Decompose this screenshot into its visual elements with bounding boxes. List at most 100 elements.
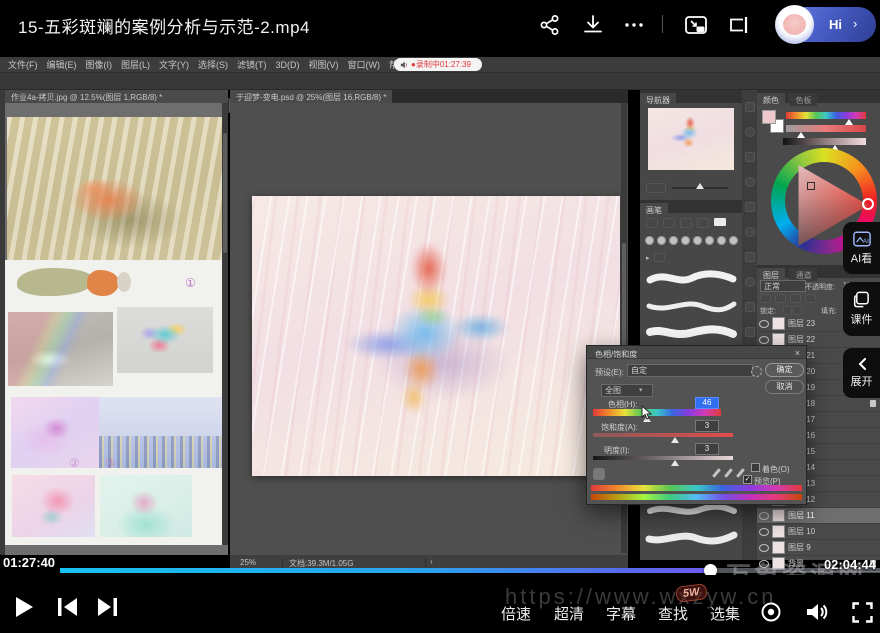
preset-dropdown[interactable]: 自定: [627, 364, 753, 377]
brush-tool-icon[interactable]: [646, 218, 658, 228]
channel-dropdown[interactable]: 全图: [601, 384, 653, 397]
dialog-saturation-slider[interactable]: [593, 433, 733, 437]
brush-stroke[interactable]: [644, 320, 738, 347]
panel-icon[interactable]: [745, 227, 755, 237]
hue-slider[interactable]: [786, 112, 866, 119]
brush-preset[interactable]: [657, 236, 666, 245]
panel-icon[interactable]: [745, 177, 755, 187]
video-frame[interactable]: 文件(F) 编辑(E) 图像(I) 图层(L) 文字(Y) 选择(S) 滤镜(T…: [0, 50, 880, 575]
tab-navigator[interactable]: 导航器: [640, 93, 676, 106]
gear-icon[interactable]: [751, 366, 762, 377]
menu-select[interactable]: 选择(S): [198, 58, 228, 71]
left-doc-tab[interactable]: 作业4a-拷贝.jpg @ 12.5%(图层 1,RGB/8) *: [5, 90, 228, 103]
filter-icon[interactable]: [775, 294, 786, 303]
dialog-saturation-marker[interactable]: [671, 437, 679, 443]
foreground-color-swatch[interactable]: [762, 110, 776, 124]
brush-tool-icon[interactable]: [663, 218, 675, 228]
layer-row[interactable]: 图层 9: [757, 540, 880, 556]
panel-icon[interactable]: [745, 302, 755, 312]
brush-preset[interactable]: [717, 236, 726, 245]
on-image-adjust-icon[interactable]: [593, 468, 605, 480]
scrollbar-thumb[interactable]: [622, 243, 626, 353]
brush-stroke[interactable]: [644, 266, 738, 293]
filter-icon[interactable]: [805, 294, 816, 303]
brush-preset[interactable]: [705, 236, 714, 245]
menu-image[interactable]: 图像(I): [86, 58, 113, 71]
tab-brushes[interactable]: 画笔: [640, 203, 668, 216]
zoom-level[interactable]: 25%: [240, 558, 256, 567]
screencast-icon[interactable]: [727, 13, 751, 37]
panel-icon[interactable]: [745, 252, 755, 262]
menu-view[interactable]: 视图(V): [309, 58, 339, 71]
filter-icon[interactable]: [790, 294, 801, 303]
panel-icon[interactable]: [745, 102, 755, 112]
menu-layer[interactable]: 图层(L): [121, 58, 150, 71]
eyedropper-icon[interactable]: [712, 468, 721, 478]
menu-type[interactable]: 文字(Y): [159, 58, 189, 71]
download-icon[interactable]: [581, 13, 605, 37]
cancel-button[interactable]: 取消: [765, 380, 804, 394]
menu-file[interactable]: 文件(F): [8, 58, 38, 71]
ai-view-button[interactable]: AI AI看: [843, 222, 880, 274]
dialog-hue-slider[interactable]: [593, 409, 721, 416]
saturation-value[interactable]: 3: [695, 420, 719, 432]
dialog-lightness-slider[interactable]: [593, 456, 733, 460]
expand-button[interactable]: 展开: [843, 348, 880, 398]
lock-icon[interactable]: [783, 306, 792, 315]
share-icon[interactable]: [538, 13, 562, 37]
next-episode-button[interactable]: [96, 597, 118, 617]
menu-filter[interactable]: 滤镜(T): [237, 58, 267, 71]
filter-icon[interactable]: [760, 294, 771, 303]
volume-icon[interactable]: [805, 601, 829, 623]
saturation-slider[interactable]: [786, 125, 866, 132]
panel-icon[interactable]: [745, 277, 755, 287]
blend-mode-dropdown[interactable]: 正常: [760, 280, 806, 292]
previous-episode-button[interactable]: [57, 597, 79, 617]
brush-stroke[interactable]: [644, 293, 738, 320]
layer-row[interactable]: 图层 10: [757, 524, 880, 540]
colorize-checkbox[interactable]: [751, 463, 760, 472]
navigator-zoom-thumb[interactable]: [696, 183, 704, 189]
panel-icon[interactable]: [745, 202, 755, 212]
tab-color[interactable]: 颜色: [757, 93, 785, 106]
tab-swatches[interactable]: 色板: [789, 93, 817, 106]
hue-selector[interactable]: [862, 198, 874, 210]
hue-value[interactable]: 46: [695, 397, 719, 409]
lock-icon[interactable]: [793, 306, 802, 315]
left-doc-scrollbar[interactable]: [222, 103, 228, 545]
dialog-titlebar[interactable]: 色相/饱和度 ×: [587, 346, 806, 359]
brush-stroke[interactable]: [644, 525, 738, 552]
navigator-zoom-box[interactable]: [646, 183, 666, 193]
eyedropper-plus-icon[interactable]: [724, 468, 733, 478]
menu-window[interactable]: 窗口(W): [348, 58, 381, 71]
panel-icon[interactable]: [745, 152, 755, 162]
ok-button[interactable]: 确定: [765, 363, 804, 377]
close-icon[interactable]: ×: [795, 348, 800, 358]
more-options-icon[interactable]: [622, 13, 646, 37]
fullscreen-icon[interactable]: [852, 602, 873, 623]
preview-checkbox[interactable]: ✓: [743, 475, 752, 484]
brush-tool-icon[interactable]: [697, 218, 709, 228]
navigator-thumbnail[interactable]: [648, 108, 734, 170]
brush-preset[interactable]: [693, 236, 702, 245]
main-doc-tab[interactable]: 于迎梦-变电.psd @ 25%(图层 16,RGB/8) *: [230, 90, 392, 103]
status-arrow[interactable]: ›: [430, 557, 433, 566]
scrollbar-thumb[interactable]: [223, 133, 227, 253]
brush-preset[interactable]: [669, 236, 678, 245]
menu-3d[interactable]: 3D(D): [276, 60, 300, 70]
brush-preset[interactable]: [729, 236, 738, 245]
menu-edit[interactable]: 编辑(E): [47, 58, 77, 71]
lightness-value[interactable]: 3: [695, 443, 719, 455]
account-pill[interactable]: Hi ›: [777, 7, 876, 42]
dialog-lightness-marker[interactable]: [671, 460, 679, 466]
sv-selector[interactable]: [807, 182, 815, 190]
brush-tool-icon[interactable]: [680, 218, 692, 228]
picture-in-picture-icon[interactable]: [684, 13, 708, 37]
play-button[interactable]: [16, 597, 33, 617]
brush-preset[interactable]: [645, 236, 654, 245]
panel-icon[interactable]: [745, 127, 755, 137]
courseware-button[interactable]: 课件: [843, 282, 880, 336]
brightness-slider[interactable]: [783, 138, 866, 145]
layer-row-selected[interactable]: 图层 11: [757, 508, 880, 524]
canvas[interactable]: [252, 196, 620, 476]
